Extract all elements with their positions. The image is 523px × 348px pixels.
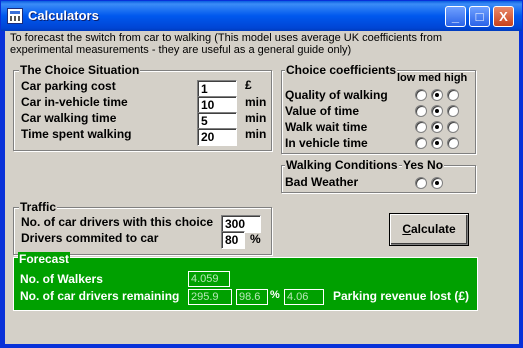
parking-revenue-output: 4.06 — [284, 289, 324, 305]
drivers-committed-label: Drivers commited to car — [21, 231, 159, 245]
min-unit: min — [245, 111, 267, 125]
quality-of-walking-med-radio[interactable] — [431, 89, 443, 101]
value-of-time-high-radio[interactable] — [447, 105, 459, 117]
forecast-percent-sign: % — [270, 289, 280, 301]
car-parking-cost-label: Car parking cost — [21, 79, 116, 93]
forecast-legend: Forecast — [18, 252, 71, 266]
remaining-percent-output: 98.6 — [236, 289, 268, 305]
bad-weather-yes-radio[interactable] — [415, 177, 427, 189]
min-unit: min — [245, 95, 267, 109]
walk-wait-time-high-radio[interactable] — [447, 121, 459, 133]
title-bar[interactable]: Calculators _ □ X — [1, 1, 522, 31]
intro-line-1: To forecast the switch from car to walki… — [10, 32, 443, 44]
walking-conditions-legend: Walking Conditions — [285, 158, 399, 172]
car-in-vehicle-time-label: Car in-vehicle time — [21, 95, 128, 109]
pound-unit: £ — [245, 78, 252, 92]
value-of-time-label: Value of time — [285, 104, 360, 118]
calculate-button[interactable]: Calculate — [389, 213, 469, 246]
intro-line-2: experimental measurements - they are use… — [10, 44, 352, 56]
in-vehicle-time-high-radio[interactable] — [447, 137, 459, 149]
car-drivers-remaining-label: No. of car drivers remaining — [20, 289, 180, 303]
bad-weather-no-radio[interactable] — [431, 177, 443, 189]
bad-weather-label: Bad Weather — [285, 175, 359, 189]
maximize-button[interactable]: □ — [469, 6, 490, 27]
walkers-output: 4.059 — [188, 271, 230, 287]
minimize-button[interactable]: _ — [445, 6, 466, 27]
window-title: Calculators — [28, 8, 99, 23]
choice-situation-legend: The Choice Situation — [19, 63, 141, 77]
min-unit: min — [245, 127, 267, 141]
value-of-time-low-radio[interactable] — [415, 105, 427, 117]
walk-wait-time-med-radio[interactable] — [431, 121, 443, 133]
low-med-high-header: low med high — [397, 72, 468, 84]
yes-no-header: Yes No — [402, 158, 445, 172]
in-vehicle-time-low-radio[interactable] — [415, 137, 427, 149]
in-vehicle-time-med-radio[interactable] — [431, 137, 443, 149]
walk-wait-time-low-radio[interactable] — [415, 121, 427, 133]
value-of-time-med-radio[interactable] — [431, 105, 443, 117]
drivers-committed-input[interactable]: 80 — [221, 231, 245, 249]
quality-of-walking-high-radio[interactable] — [447, 89, 459, 101]
calculator-app-icon — [7, 8, 23, 24]
client-area: To forecast the switch from car to walki… — [5, 31, 519, 344]
forecast-panel: Forecast No. of Walkers 4.059 No. of car… — [13, 252, 478, 311]
walkers-label: No. of Walkers — [20, 272, 103, 286]
quality-of-walking-low-radio[interactable] — [415, 89, 427, 101]
car-drivers-label: No. of car drivers with this choice — [21, 215, 214, 229]
time-spent-walking-label: Time spent walking — [21, 127, 132, 141]
in-vehicle-time-label: In vehicle time — [285, 136, 368, 150]
parking-revenue-label: Parking revenue lost (£) — [333, 289, 470, 303]
calculators-window: Calculators _ □ X To forecast the switch… — [0, 0, 523, 348]
traffic-legend: Traffic — [19, 200, 58, 214]
percent-sign: % — [250, 232, 261, 246]
time-spent-walking-input[interactable]: 20 — [197, 128, 237, 146]
close-button[interactable]: X — [493, 6, 514, 27]
car-walking-time-label: Car walking time — [21, 111, 117, 125]
choice-coefficients-legend: Choice coefficients — [285, 63, 398, 77]
car-drivers-remaining-output: 295.9 — [188, 289, 232, 305]
walk-wait-time-label: Walk wait time — [285, 120, 368, 134]
quality-of-walking-label: Quality of walking — [285, 88, 388, 102]
